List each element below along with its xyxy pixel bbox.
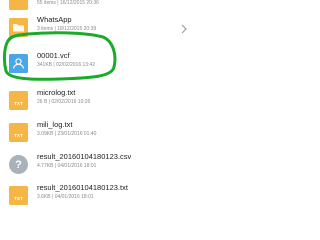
item-name: result_20160104180123.csv <box>37 152 132 161</box>
list-item[interactable]: ? result_20160104180123.csv 4.77KB | 04/… <box>0 151 200 181</box>
file-type-badge: TXT <box>13 101 24 106</box>
item-name: result_20160104180123.txt <box>37 183 128 192</box>
list-item[interactable]: WhatsApp 3 items | 18/12/2015 20:39 <box>0 14 200 44</box>
item-date: 02/02/2016 10:26 <box>51 99 91 105</box>
file-type-badge: TXT <box>13 133 24 138</box>
txt-file-icon: TXT <box>9 186 28 205</box>
item-date: 02/02/2016 13:42 <box>56 62 96 68</box>
list-item[interactable]: 00001.vcf 341KB | 02/02/2016 13:42 <box>0 50 200 80</box>
item-size: 341KB <box>37 62 53 68</box>
item-size: 3 items <box>37 26 54 32</box>
folder-icon <box>9 0 28 10</box>
item-name: microlog.txt <box>37 88 76 97</box>
list-item[interactable]: TXT mili_log.txt 3.09KB | 23/01/2016 01:… <box>0 119 200 149</box>
contact-icon <box>9 54 28 73</box>
item-size: 3.6KB <box>37 194 51 200</box>
item-size: 4.77KB <box>37 163 54 169</box>
unknown-file-icon: ? <box>9 155 28 174</box>
list-item[interactable]: TXT microlog.txt 26 B | 02/02/2016 10:26 <box>0 87 200 117</box>
item-name: WhatsApp <box>37 15 72 24</box>
svg-text:?: ? <box>15 159 22 171</box>
item-name: mili_log.txt <box>37 120 73 129</box>
txt-file-icon: TXT <box>9 91 28 110</box>
item-date: 18/12/2015 20:39 <box>57 26 97 32</box>
item-date: 04/01/2016 18:01 <box>57 163 97 169</box>
item-date: 23/01/2016 01:40 <box>57 131 97 137</box>
item-date: 16/12/2015 20:36 <box>59 0 99 6</box>
item-size: 3.09KB <box>37 131 54 137</box>
chevron-right-icon <box>180 21 188 34</box>
item-size: 55 items <box>37 0 56 6</box>
item-date: 04/01/2016 18:01 <box>54 194 94 200</box>
item-name: 00001.vcf <box>37 51 70 60</box>
file-type-badge: TXT <box>13 196 24 201</box>
txt-file-icon: TXT <box>9 123 28 142</box>
folder-icon <box>9 18 28 37</box>
item-size: 26 B <box>37 99 48 105</box>
list-item[interactable]: TXT result_20160104180123.txt 3.6KB | 04… <box>0 182 200 212</box>
